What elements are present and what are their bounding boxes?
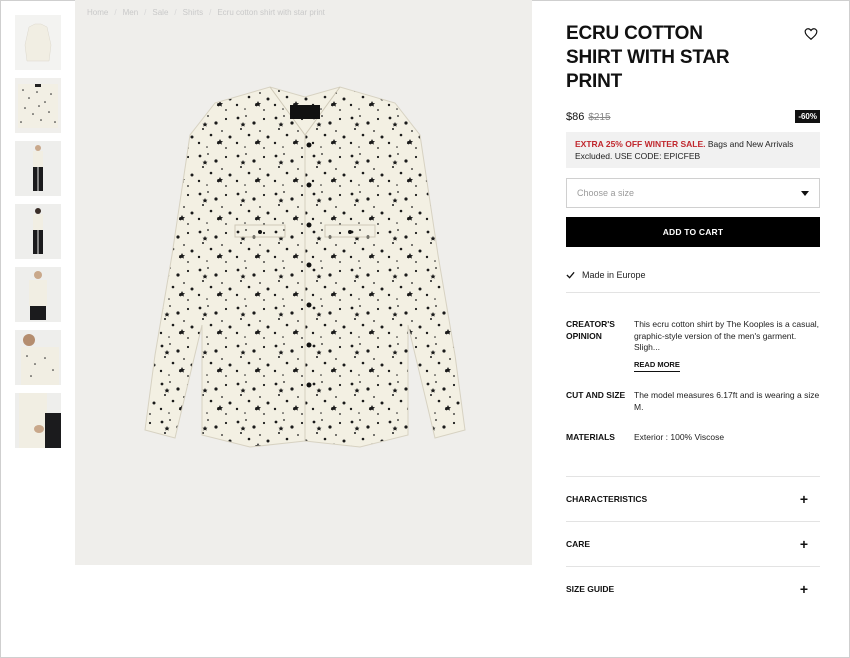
spec-materials: MATERIALS Exterior : 100% Viscose <box>566 432 820 444</box>
accordion-label: CARE <box>566 538 591 549</box>
discount-badge: -60% <box>795 110 820 123</box>
add-to-cart-button[interactable]: ADD TO CART <box>566 217 820 247</box>
breadcrumb: Home / Men / Sale / Shirts / Ecru cotton shi… <box>87 8 325 17</box>
read-more-link[interactable]: READ MORE <box>634 359 680 372</box>
thumbnail-image <box>18 84 58 128</box>
thumbnail-model-front[interactable] <box>15 141 61 196</box>
accordion-size-guide[interactable]: SIZE GUIDE + <box>566 567 820 611</box>
made-in-row: Made in Europe <box>566 270 820 280</box>
spec-value: The model measures 6.17ft and is wearing… <box>634 390 820 412</box>
breadcrumb-separator: / <box>174 8 177 17</box>
accordion-care[interactable]: CARE + <box>566 522 820 566</box>
current-price: $86 <box>566 111 585 123</box>
thumbnail-model-crop[interactable] <box>15 267 61 322</box>
promo-banner: EXTRA 25% OFF WINTER SALE. Bags and New … <box>566 132 820 168</box>
made-in-text: Made in Europe <box>582 270 646 280</box>
accordion-label: CHARACTERISTICS <box>566 493 648 504</box>
thumbnail-shirt-front[interactable] <box>15 15 61 70</box>
thumbnail-shirt-folded[interactable] <box>15 78 61 133</box>
shirt-illustration <box>144 86 466 448</box>
original-price: $215 <box>588 111 611 123</box>
spec-value: This ecru cotton shirt by The Kooples is… <box>634 319 820 352</box>
spec-creators-opinion: CREATOR'S OPINION This ecru cotton shirt… <box>566 319 820 372</box>
breadcrumb-item[interactable]: Men <box>123 8 139 17</box>
plus-icon: + <box>799 580 809 597</box>
thumbnail-strip <box>15 15 61 456</box>
main-product-image[interactable]: Home / Men / Sale / Shirts / Ecru cotton shi… <box>75 0 532 565</box>
breadcrumb-separator: / <box>144 8 147 17</box>
chevron-down-icon <box>801 190 809 196</box>
size-select[interactable]: Choose a size <box>566 178 820 208</box>
spec-value: Exterior : 100% Viscose <box>634 432 725 442</box>
thumbnail-model-detail[interactable] <box>15 393 61 448</box>
check-icon <box>566 271 575 279</box>
thumbnail-image <box>19 393 61 448</box>
price-row: $86 $215 -60% <box>566 110 820 124</box>
plus-icon: + <box>799 490 809 507</box>
thumbnail-image <box>24 23 52 62</box>
product-title: ECRU COTTON SHIRT WITH STAR PRINT <box>566 23 730 92</box>
heart-icon[interactable] <box>804 27 818 41</box>
spec-label: CUT AND SIZE <box>566 390 626 400</box>
accordion-label: SIZE GUIDE <box>566 583 615 594</box>
size-select-placeholder: Choose a size <box>577 188 635 198</box>
spec-label: MATERIALS <box>566 432 615 442</box>
product-info: ECRU COTTON SHIRT WITH STAR PRINT $86 $2… <box>566 22 820 611</box>
thumbnail-model-close[interactable] <box>15 330 61 385</box>
breadcrumb-separator: / <box>209 8 212 17</box>
breadcrumb-item[interactable]: Sale <box>152 8 168 17</box>
promo-highlight: EXTRA 25% OFF WINTER SALE. <box>575 139 706 149</box>
divider <box>566 292 820 293</box>
accordion-characteristics[interactable]: CHARACTERISTICS + <box>566 477 820 521</box>
thumbnail-image <box>29 271 47 320</box>
breadcrumb-separator: / <box>114 8 117 17</box>
breadcrumb-item[interactable]: Shirts <box>183 8 203 17</box>
thumbnail-image <box>21 334 59 385</box>
breadcrumb-current: Ecru cotton shirt with star print <box>217 8 325 17</box>
spec-label: CREATOR'S OPINION <box>566 319 615 341</box>
spec-cut-and-size: CUT AND SIZE The model measures 6.17ft a… <box>566 390 820 413</box>
thumbnail-image <box>33 208 43 254</box>
plus-icon: + <box>799 535 809 552</box>
thumbnail-image <box>33 145 43 191</box>
thumbnail-model-back[interactable] <box>15 204 61 259</box>
breadcrumb-item[interactable]: Home <box>87 8 108 17</box>
